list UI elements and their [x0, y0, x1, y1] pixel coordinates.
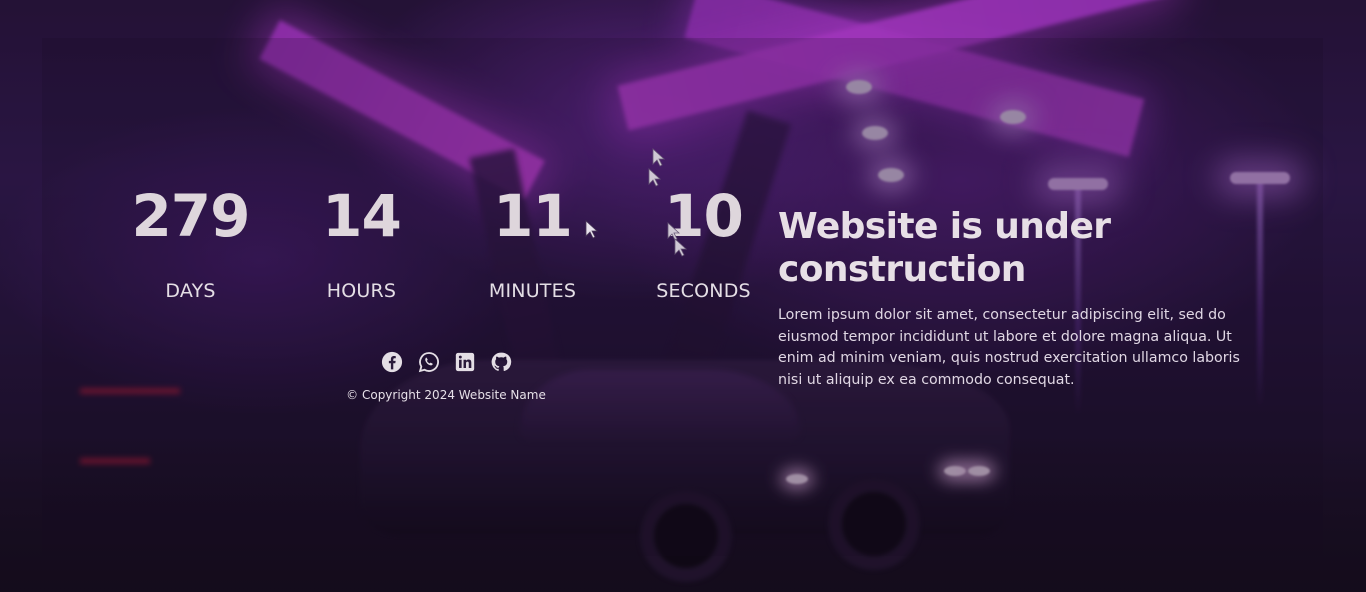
social-links [380, 350, 520, 374]
countdown-hours: 14 HOURS [276, 178, 447, 302]
minutes-value: 11 [493, 182, 573, 250]
cursor-trail-icon [674, 238, 688, 257]
cursor-trail-icon [652, 148, 666, 167]
hours-value: 14 [322, 182, 402, 250]
hours-label: HOURS [326, 280, 397, 302]
days-value: 279 [131, 182, 250, 250]
minutes-label: MINUTES [488, 280, 577, 302]
days-label: DAYS [165, 280, 216, 302]
linkedin-icon[interactable] [453, 350, 477, 374]
countdown-seconds: 10 SECONDS [618, 178, 789, 302]
seconds-value: 10 [664, 182, 744, 250]
seconds-label: SECONDS [656, 280, 751, 302]
github-icon[interactable] [489, 350, 513, 374]
countdown-minutes: 11 MINUTES [447, 178, 618, 302]
countdown-days: 279 DAYS [105, 178, 276, 302]
cursor-trail-icon [648, 168, 662, 187]
page-description: Lorem ipsum dolor sit amet, consectetur … [778, 307, 1240, 388]
copyright-text: © Copyright 2024 Website Name [346, 388, 546, 402]
whatsapp-icon[interactable] [417, 350, 441, 374]
mouse-cursor-icon [585, 220, 599, 239]
facebook-icon[interactable] [380, 350, 404, 374]
page-title: Website is under construction [778, 206, 1111, 290]
